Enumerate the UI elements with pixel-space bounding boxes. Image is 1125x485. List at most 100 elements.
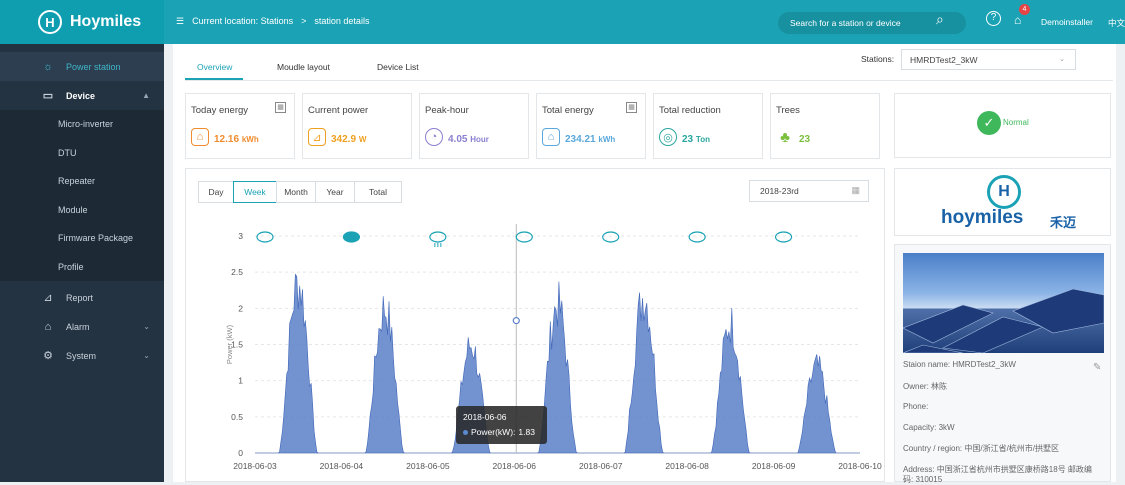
monitor-icon: ▭ (42, 90, 54, 102)
hoymiles-logo-icon: H (987, 175, 1021, 209)
sidebar-item-profile[interactable]: Profile (0, 252, 164, 281)
peak-hour-value: 4.05 (448, 134, 468, 145)
station-capacity: Capacity: 3kW (903, 423, 955, 432)
sidebar-item-dtu[interactable]: DTU (0, 138, 164, 167)
chevron-up-icon: ▲ (142, 91, 150, 100)
cursor-point (512, 317, 520, 325)
current-power-unit: W (358, 135, 367, 144)
tooltip-date: 2018-06-06 (463, 412, 507, 422)
menu-icon[interactable]: ☰ (176, 16, 184, 27)
series-dot (463, 429, 468, 435)
card-total-energy: Total energy ▦ ⌂ 234.21 kWh (536, 93, 646, 159)
station-address-cont: 码: 310015 (903, 475, 943, 484)
cloudy-weather-icon (256, 231, 274, 243)
tab-overview[interactable]: Overview (197, 62, 232, 72)
station-select-label: Stations: (861, 54, 895, 64)
tab-divider (185, 80, 1113, 81)
brand-card: H hoymiles 禾迈 (894, 168, 1111, 236)
total-energy-unit: kWh (598, 135, 616, 144)
sidebar-item-device[interactable]: ▭ Device ▲ (0, 81, 164, 110)
card-value: 4.05 Hour (448, 134, 489, 145)
sidebar-item-power-station[interactable]: ☼ Power station (0, 52, 164, 81)
help-icon[interactable]: ? (986, 11, 1001, 26)
cloudy-weather-icon (515, 231, 533, 243)
station-phone: Phone: (903, 402, 929, 411)
gear-icon: ⚙ (43, 350, 53, 362)
station-select[interactable]: HMRDTest2_3kW ⌄ (901, 49, 1076, 70)
breadcrumb: ☰ Current location: Stations > station d… (176, 16, 369, 27)
card-title: Today energy (191, 105, 249, 116)
station-select-value: HMRDTest2_3kW (910, 55, 978, 65)
search-icon[interactable]: ⌕ (936, 11, 944, 28)
sun-icon: ☼ (42, 60, 54, 73)
card-value: 12.16 kWh (214, 134, 259, 145)
brand-logo[interactable]: H Hoymiles (0, 0, 164, 44)
sidebar-item-micro-inverter[interactable]: Micro-inverter (0, 110, 164, 139)
sidebar-item-repeater[interactable]: Repeater (0, 167, 164, 196)
status-label: Normal (1003, 118, 1029, 127)
user-menu[interactable]: Demoinstaller (1041, 17, 1093, 27)
sidebar-item-alarm[interactable]: ⌂ Alarm ⌄ (0, 312, 164, 341)
cloudy-weather-icon (688, 231, 706, 243)
total-energy-value: 234.21 (565, 134, 596, 145)
status-card: ✓ Normal (894, 93, 1111, 158)
card-trees: Trees ♣ 23 (770, 93, 880, 159)
chevron-down-icon: ⌄ (1059, 56, 1065, 63)
sidebar-item-firmware-package[interactable]: Firmware Package (0, 224, 164, 253)
sidebar-item-report[interactable]: ⊿ Report (0, 283, 164, 312)
cloudy-weather-icon (602, 231, 620, 243)
tab-module-layout[interactable]: Moudle layout (277, 62, 330, 72)
sidebar-item-label: Device (66, 90, 96, 101)
main-content: Overview Moudle layout Device List Stati… (173, 44, 1116, 484)
tree-icon: ♣ (780, 128, 790, 146)
breadcrumb-current: station details (314, 16, 370, 26)
co2-icon: ◎ (659, 128, 677, 146)
station-info-card: Staion name: HMRDTest2_3kW ✎ Owner: 林陈 P… (894, 244, 1111, 484)
notification-icon[interactable]: ⌂ (1014, 13, 1021, 27)
card-title: Total reduction (659, 105, 721, 116)
cloudy-weather-icon (774, 231, 793, 243)
station-name: Staion name: HMRDTest2_3kW (903, 360, 1016, 369)
tooltip-series: Power(kW): (471, 427, 516, 437)
y-tick-label: 3 (238, 231, 243, 241)
sidebar-item-label: Power station (66, 61, 121, 72)
card-value: 234.21 kWh (565, 134, 615, 145)
language-switch[interactable]: 中文 (1108, 17, 1125, 29)
total-reduction-unit: Ton (695, 135, 710, 144)
edit-icon[interactable]: ✎ (1093, 362, 1101, 373)
rain-weather-icon (429, 231, 447, 243)
brand-wordmark-cn: 禾迈 (1050, 215, 1077, 230)
x-tick-label: 2018-06-08 (665, 461, 709, 471)
sidebar-item-label: System (66, 350, 97, 361)
card-peak-hour: Peak-hour ◔ 4.05 Hour (419, 93, 529, 159)
y-tick-label: 0.5 (231, 412, 243, 422)
card-current-power: Current power ⊿ 342.9 W (302, 93, 412, 159)
total-reduction-value: 23 (682, 134, 694, 145)
sidebar-item-module[interactable]: Module (0, 195, 164, 224)
solar-panel-photo (903, 253, 1104, 353)
chevron-down-icon: ⌄ (143, 351, 150, 360)
chart-tooltip: 2018-06-06 Power(kW): 1.83 (456, 406, 547, 444)
top-bar: ☰ Current location: Stations > station d… (164, 0, 1125, 44)
station-owner: Owner: 林陈 (903, 382, 948, 391)
x-tick-label: 2018-06-09 (752, 461, 796, 471)
trees-value: 23 (799, 134, 811, 145)
peak-hour-unit: Hour (470, 135, 489, 144)
card-title: Current power (308, 105, 369, 116)
tab-device-list[interactable]: Device List (377, 62, 419, 72)
chevron-down-icon: ⌄ (143, 322, 150, 331)
x-tick-label: 2018-06-10 (838, 461, 882, 471)
today-energy-unit: kWh (241, 135, 259, 144)
sidebar-item-system[interactable]: ⚙ System ⌄ (0, 341, 164, 370)
x-tick-label: 2018-06-05 (406, 461, 450, 471)
report-icon: ⊿ (43, 292, 53, 304)
chart-card: Day Week Month Year Total 2018-23rd ▦ 0 0.… (185, 168, 885, 482)
card-today-energy: Today energy ▦ ⌂ 12.16 kWh (185, 93, 295, 159)
calculator-icon[interactable]: ▦ (275, 102, 286, 113)
calculator-icon[interactable]: ▦ (626, 102, 637, 113)
alarm-icon: ⌂ (44, 320, 52, 333)
breadcrumb-stations[interactable]: Current location: Stations (192, 16, 293, 27)
card-value: 342.9 W (331, 134, 366, 145)
card-title: Peak-hour (425, 105, 469, 116)
solar-panel-graphic (903, 288, 1104, 353)
